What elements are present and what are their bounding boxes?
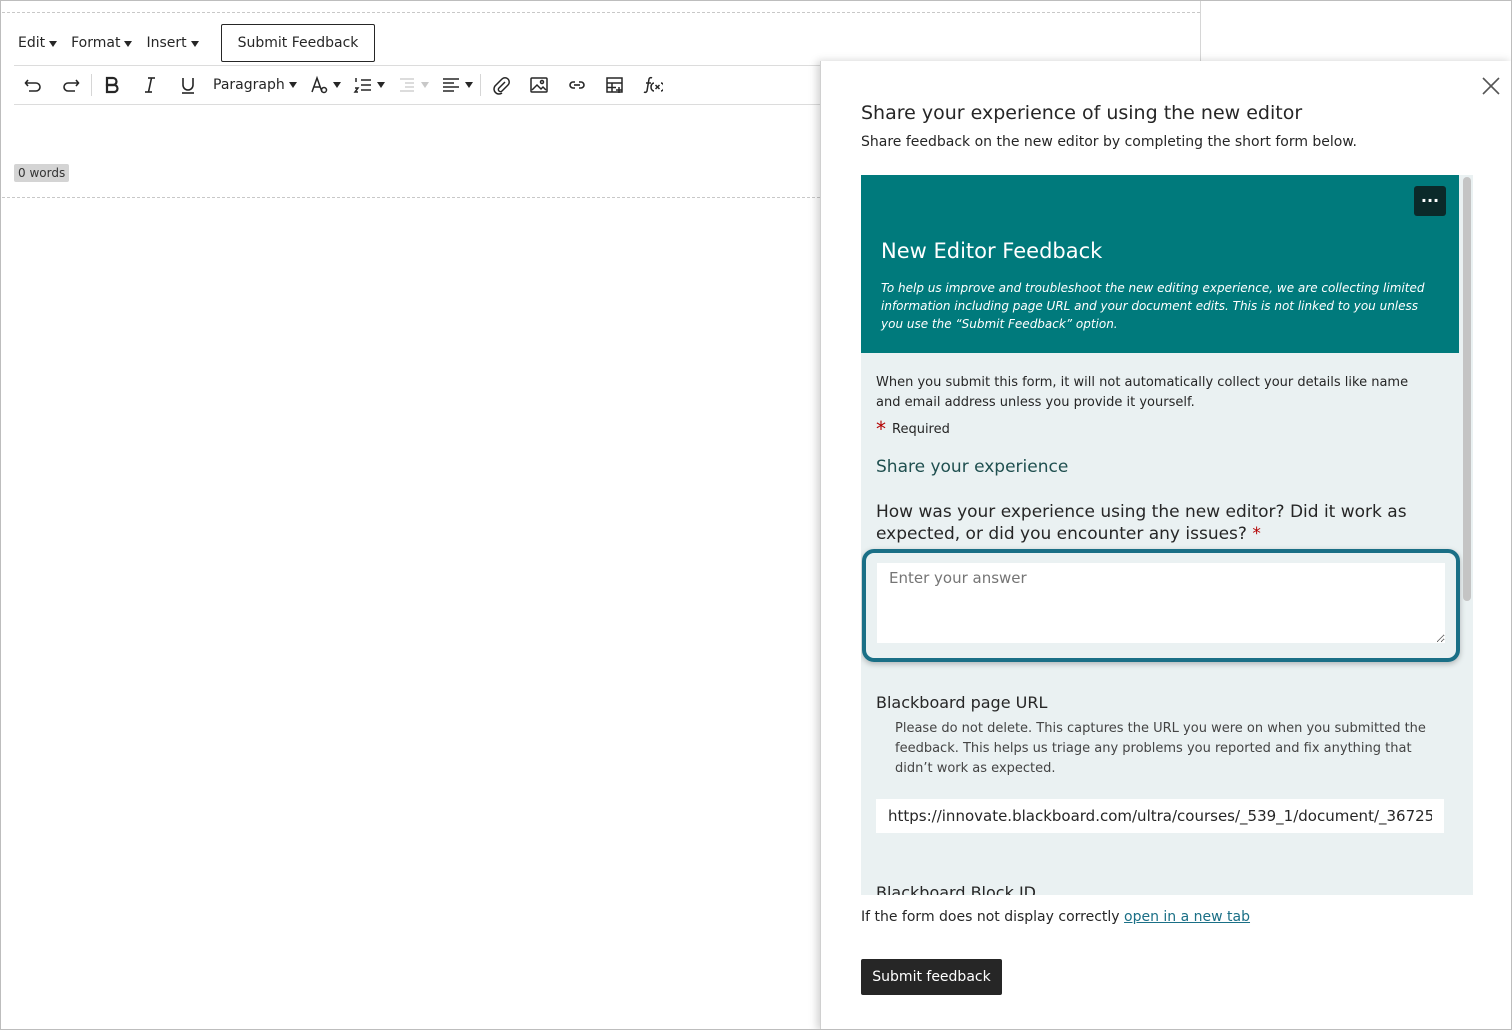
editor-top-border bbox=[2, 12, 1200, 13]
section-title: Share your experience bbox=[876, 457, 1069, 477]
experience-answer-input[interactable] bbox=[877, 563, 1445, 643]
menu-edit[interactable]: Edit bbox=[18, 35, 58, 51]
close-icon bbox=[1482, 77, 1500, 95]
form-title: New Editor Feedback bbox=[881, 239, 1103, 263]
menu-format[interactable]: Format bbox=[71, 35, 133, 51]
form-scrollbar[interactable] bbox=[1463, 177, 1471, 601]
page-url-input[interactable] bbox=[876, 799, 1444, 833]
caret-down-icon bbox=[49, 41, 58, 47]
toolbar-top-divider bbox=[14, 65, 820, 66]
undo-button[interactable] bbox=[14, 70, 52, 100]
question-text: How was your experience using the new ed… bbox=[876, 502, 1407, 544]
numbered-list-dropdown[interactable] bbox=[347, 70, 391, 100]
bold-icon bbox=[105, 76, 119, 94]
display-note-text: If the form does not display correctly bbox=[861, 909, 1120, 925]
underline-button[interactable] bbox=[169, 70, 207, 100]
editor-menubar: Edit Format Insert Submit Feedback bbox=[18, 24, 376, 62]
ellipsis-icon: ··· bbox=[1420, 191, 1440, 210]
more-options-button[interactable]: ··· bbox=[1414, 186, 1446, 216]
align-left-icon bbox=[442, 78, 459, 92]
paragraph-style-dropdown[interactable]: Paragraph bbox=[207, 70, 303, 100]
panel-subtitle: Share feedback on the new editor by comp… bbox=[861, 134, 1357, 150]
url-help-text: Please do not delete. This captures the … bbox=[895, 721, 1426, 776]
toolbar-separator bbox=[479, 74, 481, 96]
toolbar-bottom-divider bbox=[14, 104, 820, 105]
required-label: Required bbox=[892, 421, 950, 437]
paperclip-icon bbox=[492, 77, 510, 95]
required-legend: * Required bbox=[876, 419, 950, 439]
submit-feedback-button[interactable]: Submit Feedback bbox=[220, 24, 376, 62]
caret-down-icon bbox=[332, 82, 341, 88]
open-new-tab-link[interactable]: open in a new tab bbox=[1124, 909, 1250, 925]
redo-button[interactable] bbox=[52, 70, 90, 100]
caret-down-icon bbox=[288, 82, 297, 88]
caret-down-icon bbox=[376, 82, 385, 88]
math-formula-icon bbox=[643, 76, 663, 94]
insert-link-button[interactable] bbox=[558, 70, 596, 100]
align-dropdown[interactable] bbox=[435, 70, 479, 100]
question-experience: How was your experience using the new ed… bbox=[876, 501, 1456, 545]
display-note: If the form does not display correctly o… bbox=[861, 909, 1250, 925]
underline-icon bbox=[182, 78, 194, 94]
caret-down-icon bbox=[420, 82, 429, 88]
editor-toolbar: Paragraph bbox=[14, 70, 672, 100]
url-question-label: Blackboard page URL bbox=[876, 693, 1048, 712]
menu-insert[interactable]: Insert bbox=[146, 35, 199, 51]
privacy-note: When you submit this form, it will not a… bbox=[876, 375, 1409, 410]
italic-button[interactable] bbox=[131, 70, 169, 100]
embedded-form: ··· New Editor Feedback To help us impro… bbox=[861, 175, 1473, 895]
required-asterisk: * bbox=[1252, 524, 1261, 544]
bold-button[interactable] bbox=[93, 70, 131, 100]
text-color-dropdown[interactable] bbox=[303, 70, 347, 100]
caret-down-icon bbox=[464, 82, 473, 88]
italic-icon bbox=[145, 77, 155, 93]
close-panel-button[interactable] bbox=[1480, 75, 1502, 97]
image-icon bbox=[529, 77, 548, 93]
attach-file-button[interactable] bbox=[482, 70, 520, 100]
link-icon bbox=[568, 81, 585, 89]
insert-table-button[interactable] bbox=[596, 70, 634, 100]
indent-dropdown[interactable] bbox=[391, 70, 435, 100]
indent-icon bbox=[399, 78, 414, 92]
undo-icon bbox=[24, 79, 41, 92]
form-description: To help us improve and troubleshoot the … bbox=[881, 281, 1425, 331]
submit-feedback-form-button[interactable]: Submit feedback bbox=[861, 959, 1002, 995]
insert-math-button[interactable] bbox=[634, 70, 672, 100]
feedback-panel: Share your experience of using the new e… bbox=[820, 61, 1512, 1030]
text-color-icon bbox=[311, 75, 327, 94]
caret-down-icon bbox=[190, 41, 199, 47]
form-body: When you submit this form, it will not a… bbox=[861, 353, 1460, 895]
editor-bottom-border bbox=[2, 197, 820, 198]
toolbar-separator bbox=[91, 74, 92, 96]
table-icon bbox=[605, 77, 623, 93]
block-id-label: Blackboard Block ID bbox=[876, 883, 1036, 895]
redo-icon bbox=[63, 79, 80, 92]
numbered-list-icon bbox=[353, 78, 371, 93]
word-count-badge: 0 words bbox=[14, 164, 70, 182]
required-asterisk: * bbox=[876, 417, 886, 441]
insert-image-button[interactable] bbox=[520, 70, 558, 100]
caret-down-icon bbox=[124, 41, 133, 47]
answer-focus-ring bbox=[862, 549, 1460, 662]
form-header: ··· New Editor Feedback To help us impro… bbox=[861, 175, 1459, 353]
panel-title: Share your experience of using the new e… bbox=[861, 102, 1303, 124]
